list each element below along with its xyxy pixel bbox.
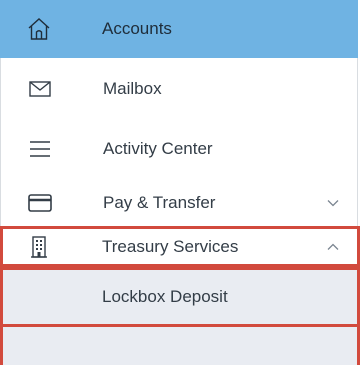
- nav-item-treasury-services[interactable]: Treasury Services: [0, 226, 360, 267]
- envelope-icon: [25, 74, 55, 104]
- submenu-background: [0, 327, 360, 365]
- menu-lines-icon: [25, 134, 55, 164]
- nav-item-label: Mailbox: [103, 78, 162, 98]
- nav-item-label: Accounts: [102, 19, 172, 38]
- home-icon: [24, 14, 54, 44]
- nav-item-accounts[interactable]: Accounts: [0, 0, 358, 58]
- side-navigation: Accounts Mailbox Activity Center Pay & T…: [0, 0, 364, 365]
- chevron-up-icon[interactable]: [325, 239, 341, 255]
- nav-item-label: Treasury Services: [102, 236, 239, 256]
- nav-item-label: Activity Center: [103, 139, 213, 158]
- nav-item-activity-center[interactable]: Activity Center: [0, 119, 358, 179]
- building-icon: [24, 232, 54, 262]
- nav-item-mailbox[interactable]: Mailbox: [0, 58, 358, 119]
- nav-subitem-lockbox-deposit[interactable]: Lockbox Deposit: [0, 267, 360, 327]
- nav-item-pay-transfer[interactable]: Pay & Transfer: [0, 179, 358, 226]
- chevron-down-icon[interactable]: [325, 195, 341, 211]
- nav-subitem-label: Lockbox Deposit: [102, 287, 228, 306]
- card-icon: [25, 188, 55, 218]
- nav-item-label: Pay & Transfer: [103, 192, 216, 212]
